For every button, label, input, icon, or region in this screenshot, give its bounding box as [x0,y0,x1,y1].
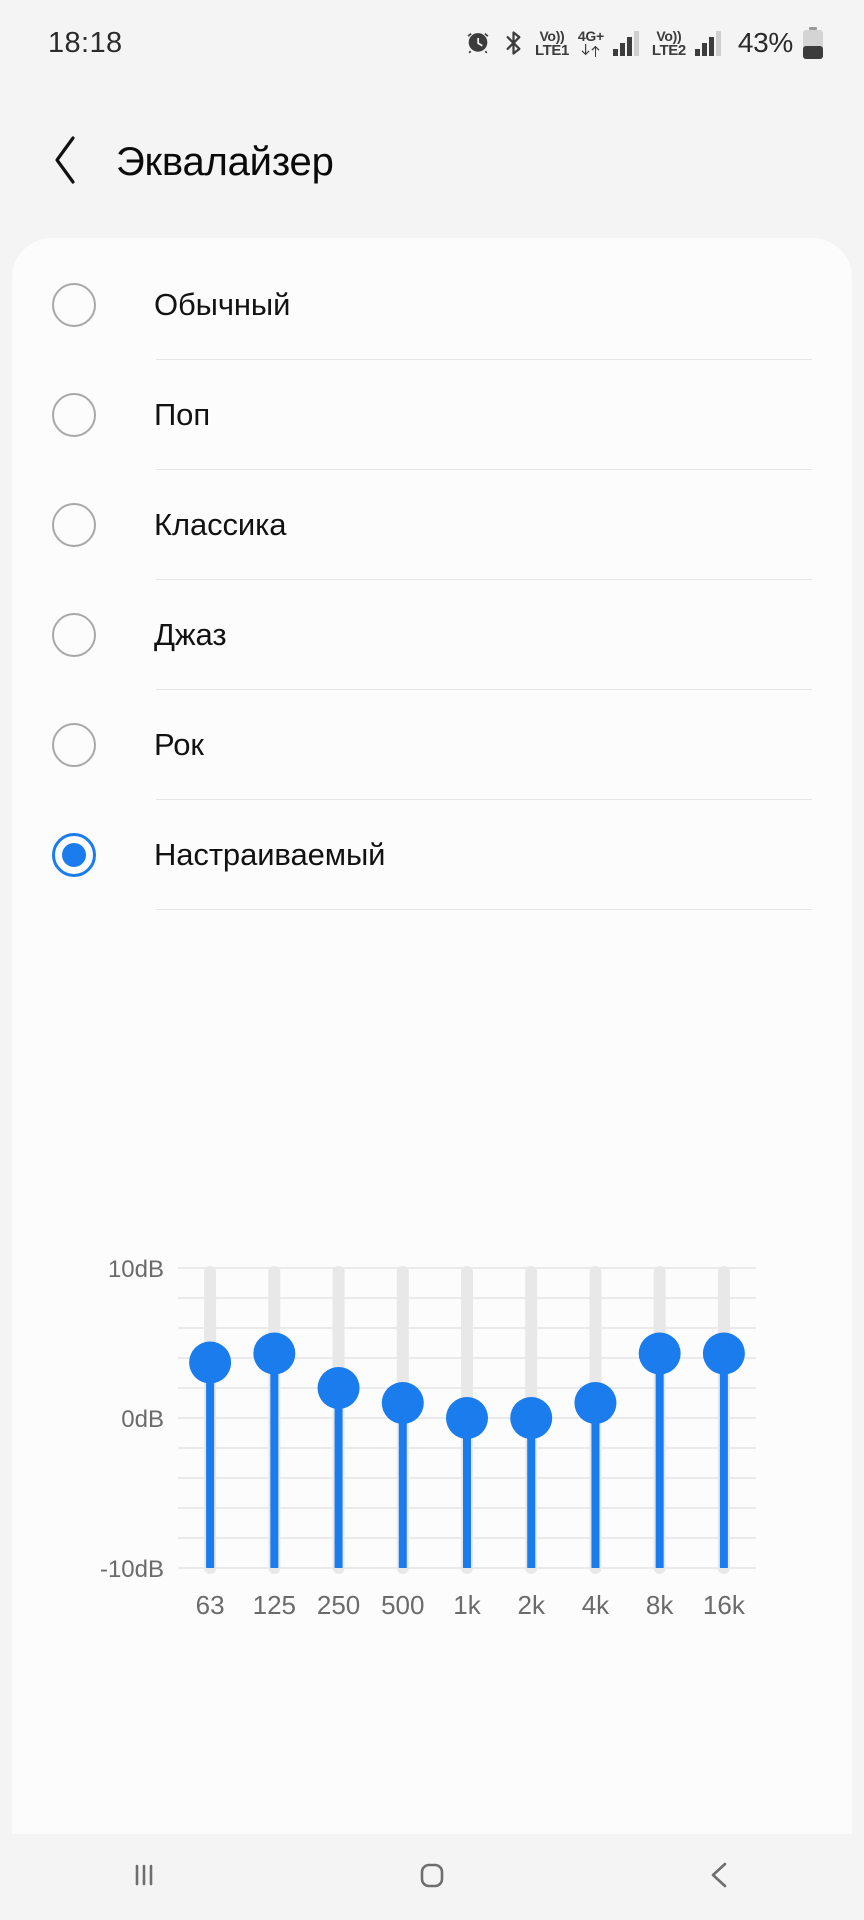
status-bar-clock: 18:18 [48,26,123,59]
slider-knob-125[interactable] [253,1332,296,1375]
y-axis-label-0: 10dB [108,1256,164,1283]
radio-button-selected[interactable] [52,833,96,877]
page-title: Эквалайзер [116,139,334,184]
back-nav-button[interactable] [660,1834,780,1920]
title-bar: Эквалайзер [0,86,864,238]
radio-button[interactable] [52,393,96,437]
battery-percent-label: 43% [737,27,793,58]
preset-option-label: Поп [154,397,211,432]
volte2-top-label: Vo)) [656,27,682,44]
list-divider [156,909,812,910]
preset-option-label: Джаз [154,617,227,652]
slider-knob-500[interactable] [381,1382,424,1424]
alarm-icon [464,29,492,57]
recents-icon [124,1855,164,1900]
recents-button[interactable] [84,1834,204,1920]
radio-button[interactable] [52,613,96,657]
network-type-label: 4G+ [577,27,604,44]
preset-option-2[interactable]: Классика [12,470,852,580]
x-axis-label-1k: 1k [453,1590,481,1620]
battery-icon [802,26,824,60]
preset-option-4[interactable]: Рок [12,690,852,800]
slider-knob-4k[interactable] [574,1382,617,1424]
volte1-icon: Vo)) LTE1 [535,29,569,58]
volte2-bottom-label: LTE2 [651,41,686,59]
x-axis-label-500: 500 [381,1590,424,1620]
equalizer-chart: 63 125 250 500 1k 2k 4k 8k 16k 10dB 0dB -10dB [12,1246,852,1636]
volte1-bottom-label: LTE1 [534,41,569,59]
slider-knob-16k[interactable] [702,1332,745,1375]
equalizer-chart-svg[interactable]: 63 125 250 500 1k 2k 4k 8k 16k 10dB 0dB -10dB [12,1246,852,1636]
x-axis-label-250: 250 [317,1590,360,1620]
preset-option-label: Классика [154,507,287,542]
preset-option-label: Обычный [154,287,291,322]
status-bar-icons: Vo)) LTE1 4G+ Vo)) LTE2 43% [464,26,824,60]
home-button[interactable] [372,1834,492,1920]
signal-bars-1-icon [612,30,643,56]
y-axis-label-1: 0dB [121,1406,164,1433]
volte1-top-label: Vo)) [539,27,565,44]
preset-option-label: Настраиваемый [154,837,386,872]
x-axis-label-63: 63 [196,1590,225,1620]
radio-button[interactable] [52,283,96,327]
chevron-left-icon [51,134,81,191]
y-axis-label-2: -10dB [100,1556,164,1583]
preset-option-5[interactable]: Настраиваемый [12,800,852,910]
x-axis-label-2k: 2k [517,1590,545,1620]
x-axis-label-125: 125 [253,1590,296,1620]
volte2-icon: Vo)) LTE2 [652,29,686,58]
slider-knob-250[interactable] [317,1367,360,1409]
radio-button[interactable] [52,723,96,767]
slider-knob-2k[interactable] [510,1397,553,1439]
signal-bars-2-icon [694,30,725,56]
back-icon [700,1855,740,1900]
preset-option-0[interactable]: Обычный [12,250,852,360]
preset-list: Обычный Поп Классика Джаз Рок Настраиваемый [12,238,852,910]
data-arrows-icon [580,43,602,58]
home-icon [412,1855,452,1900]
equalizer-card: Обычный Поп Классика Джаз Рок Настраиваемый 6… [12,238,852,1834]
bluetooth-icon [501,29,526,57]
network-4g-plus-icon: 4G+ [578,29,604,58]
status-bar: 18:18 Vo)) LTE1 4G+ Vo)) LTE2 43% [0,0,864,86]
slider-knob-63[interactable] [189,1341,232,1384]
slider-knob-8k[interactable] [638,1332,681,1375]
slider-knob-1k[interactable] [446,1397,488,1439]
x-axis-label-8k: 8k [646,1590,674,1620]
x-axis-label-4k: 4k [582,1590,610,1620]
back-button[interactable] [44,134,88,190]
system-nav-bar [0,1834,864,1920]
radio-button[interactable] [52,503,96,547]
preset-option-3[interactable]: Джаз [12,580,852,690]
preset-option-label: Рок [154,727,204,762]
preset-option-1[interactable]: Поп [12,360,852,470]
x-axis-label-16k: 16k [703,1590,746,1620]
